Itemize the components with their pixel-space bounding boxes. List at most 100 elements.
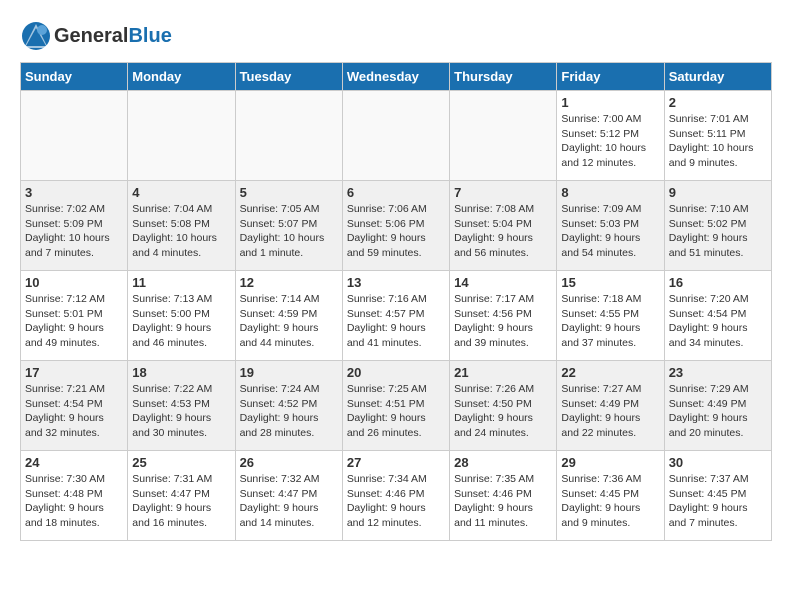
day-number: 3: [25, 185, 123, 200]
calendar-cell: 18 Sunrise: 7:22 AMSunset: 4:53 PMDayligh…: [128, 361, 235, 451]
calendar-cell: 24 Sunrise: 7:30 AMSunset: 4:48 PMDayligh…: [21, 451, 128, 541]
calendar-cell: 4 Sunrise: 7:04 AMSunset: 5:08 PMDaylight…: [128, 181, 235, 271]
logo: GeneralBlue: [20, 20, 172, 52]
day-number: 29: [561, 455, 659, 470]
weekday-header: Wednesday: [342, 63, 449, 91]
weekday-header: Sunday: [21, 63, 128, 91]
cell-info: Sunrise: 7:36 AMSunset: 4:45 PMDaylight:…: [561, 472, 659, 531]
day-number: 2: [669, 95, 767, 110]
calendar-cell: 10Sunrise: 7:12 AMSunset: 5:01 PMDayligh…: [21, 271, 128, 361]
cell-info: Sunrise: 7:32 AMSunset: 4:47 PMDaylight:…: [240, 472, 338, 531]
cell-info: Sunrise: 7:37 AMSunset: 4:45 PMDaylight:…: [669, 472, 767, 531]
day-number: 12: [240, 275, 338, 290]
calendar-cell: 6Sunrise: 7:06 AMSunset: 5:06 PMDaylight…: [342, 181, 449, 271]
cell-info: Sunrise: 7:00 AMSunset: 5:12 PMDaylight:…: [561, 112, 659, 171]
cell-info: Sunrise: 7:10 AMSunset: 5:02 PMDaylight:…: [669, 202, 767, 261]
cell-info: Sunrise: 7:20 AMSunset: 4:54 PMDaylight:…: [669, 292, 767, 351]
calendar-cell: 27Sunrise: 7:34 AMSunset: 4:46 PMDayligh…: [342, 451, 449, 541]
day-number: 22: [561, 365, 659, 380]
cell-info: Sunrise: 7:17 AMSunset: 4:56 PMDaylight:…: [454, 292, 552, 351]
calendar-cell: 15 Sunrise: 7:18 AMSunset: 4:55 PMDayligh…: [557, 271, 664, 361]
day-number: 24: [25, 455, 123, 470]
cell-info: Sunrise: 7:14 AMSunset: 4:59 PMDaylight:…: [240, 292, 338, 351]
calendar-cell: 14 Sunrise: 7:17 AMSunset: 4:56 PMDayligh…: [450, 271, 557, 361]
weekday-header-row: SundayMondayTuesdayWednesdayThursdayFrid…: [21, 63, 772, 91]
calendar-cell: 23Sunrise: 7:29 AMSunset: 4:49 PMDayligh…: [664, 361, 771, 451]
cell-info: Sunrise: 7:27 AMSunset: 4:49 PMDaylight:…: [561, 382, 659, 441]
calendar-row: 3 Sunrise: 7:02 AMSunset: 5:09 PMDaylight…: [21, 181, 772, 271]
day-number: 15: [561, 275, 659, 290]
calendar-cell: 7 Sunrise: 7:08 AMSunset: 5:04 PMDaylight…: [450, 181, 557, 271]
calendar-cell: 26 Sunrise: 7:32 AMSunset: 4:47 PMDayligh…: [235, 451, 342, 541]
calendar-cell: 3 Sunrise: 7:02 AMSunset: 5:09 PMDaylight…: [21, 181, 128, 271]
day-number: 16: [669, 275, 767, 290]
day-number: 5: [240, 185, 338, 200]
calendar-cell: [235, 91, 342, 181]
day-number: 4: [132, 185, 230, 200]
calendar-cell: 13 Sunrise: 7:16 AMSunset: 4:57 PMDayligh…: [342, 271, 449, 361]
cell-info: Sunrise: 7:08 AMSunset: 5:04 PMDaylight:…: [454, 202, 552, 261]
calendar-cell: 8 Sunrise: 7:09 AMSunset: 5:03 PMDaylight…: [557, 181, 664, 271]
day-number: 20: [347, 365, 445, 380]
cell-info: Sunrise: 7:16 AMSunset: 4:57 PMDaylight:…: [347, 292, 445, 351]
day-number: 30: [669, 455, 767, 470]
cell-info: Sunrise: 7:21 AMSunset: 4:54 PMDaylight:…: [25, 382, 123, 441]
cell-info: Sunrise: 7:18 AMSunset: 4:55 PMDaylight:…: [561, 292, 659, 351]
calendar-cell: [21, 91, 128, 181]
cell-info: Sunrise: 7:13 AMSunset: 5:00 PMDaylight:…: [132, 292, 230, 351]
calendar-table: SundayMondayTuesdayWednesdayThursdayFrid…: [20, 62, 772, 541]
day-number: 11: [132, 275, 230, 290]
day-number: 19: [240, 365, 338, 380]
calendar-cell: 9Sunrise: 7:10 AMSunset: 5:02 PMDaylight…: [664, 181, 771, 271]
day-number: 21: [454, 365, 552, 380]
weekday-header: Tuesday: [235, 63, 342, 91]
calendar-cell: 11 Sunrise: 7:13 AMSunset: 5:00 PMDayligh…: [128, 271, 235, 361]
day-number: 6: [347, 185, 445, 200]
calendar-cell: [342, 91, 449, 181]
day-number: 1: [561, 95, 659, 110]
calendar-cell: 21 Sunrise: 7:26 AMSunset: 4:50 PMDayligh…: [450, 361, 557, 451]
day-number: 10: [25, 275, 123, 290]
day-number: 17: [25, 365, 123, 380]
cell-info: Sunrise: 7:24 AMSunset: 4:52 PMDaylight:…: [240, 382, 338, 441]
cell-info: Sunrise: 7:01 AMSunset: 5:11 PMDaylight:…: [669, 112, 767, 171]
calendar-cell: 19 Sunrise: 7:24 AMSunset: 4:52 PMDayligh…: [235, 361, 342, 451]
cell-info: Sunrise: 7:05 AMSunset: 5:07 PMDaylight:…: [240, 202, 338, 261]
cell-info: Sunrise: 7:31 AMSunset: 4:47 PMDaylight:…: [132, 472, 230, 531]
calendar-cell: 28 Sunrise: 7:35 AMSunset: 4:46 PMDayligh…: [450, 451, 557, 541]
day-number: 13: [347, 275, 445, 290]
calendar-cell: [128, 91, 235, 181]
cell-info: Sunrise: 7:02 AMSunset: 5:09 PMDaylight:…: [25, 202, 123, 261]
day-number: 14: [454, 275, 552, 290]
weekday-header: Friday: [557, 63, 664, 91]
calendar-cell: 17 Sunrise: 7:21 AMSunset: 4:54 PMDayligh…: [21, 361, 128, 451]
cell-info: Sunrise: 7:04 AMSunset: 5:08 PMDaylight:…: [132, 202, 230, 261]
cell-info: Sunrise: 7:35 AMSunset: 4:46 PMDaylight:…: [454, 472, 552, 531]
calendar-cell: 5 Sunrise: 7:05 AMSunset: 5:07 PMDaylight…: [235, 181, 342, 271]
day-number: 8: [561, 185, 659, 200]
calendar-cell: 2 Sunrise: 7:01 AMSunset: 5:11 PMDaylight…: [664, 91, 771, 181]
calendar-cell: 25 Sunrise: 7:31 AMSunset: 4:47 PMDayligh…: [128, 451, 235, 541]
cell-info: Sunrise: 7:30 AMSunset: 4:48 PMDaylight:…: [25, 472, 123, 531]
weekday-header: Saturday: [664, 63, 771, 91]
cell-info: Sunrise: 7:09 AMSunset: 5:03 PMDaylight:…: [561, 202, 659, 261]
calendar-cell: 1 Sunrise: 7:00 AMSunset: 5:12 PMDaylight…: [557, 91, 664, 181]
day-number: 18: [132, 365, 230, 380]
cell-info: Sunrise: 7:29 AMSunset: 4:49 PMDaylight:…: [669, 382, 767, 441]
cell-info: Sunrise: 7:22 AMSunset: 4:53 PMDaylight:…: [132, 382, 230, 441]
calendar-cell: 16 Sunrise: 7:20 AMSunset: 4:54 PMDayligh…: [664, 271, 771, 361]
calendar-cell: [450, 91, 557, 181]
calendar-row: 1 Sunrise: 7:00 AMSunset: 5:12 PMDaylight…: [21, 91, 772, 181]
day-number: 25: [132, 455, 230, 470]
calendar-row: 17 Sunrise: 7:21 AMSunset: 4:54 PMDayligh…: [21, 361, 772, 451]
day-number: 28: [454, 455, 552, 470]
day-number: 7: [454, 185, 552, 200]
day-number: 26: [240, 455, 338, 470]
calendar-cell: 22 Sunrise: 7:27 AMSunset: 4:49 PMDayligh…: [557, 361, 664, 451]
cell-info: Sunrise: 7:25 AMSunset: 4:51 PMDaylight:…: [347, 382, 445, 441]
cell-info: Sunrise: 7:26 AMSunset: 4:50 PMDaylight:…: [454, 382, 552, 441]
logo-icon: [20, 20, 52, 52]
day-number: 27: [347, 455, 445, 470]
calendar-cell: 29 Sunrise: 7:36 AMSunset: 4:45 PMDayligh…: [557, 451, 664, 541]
weekday-header: Monday: [128, 63, 235, 91]
